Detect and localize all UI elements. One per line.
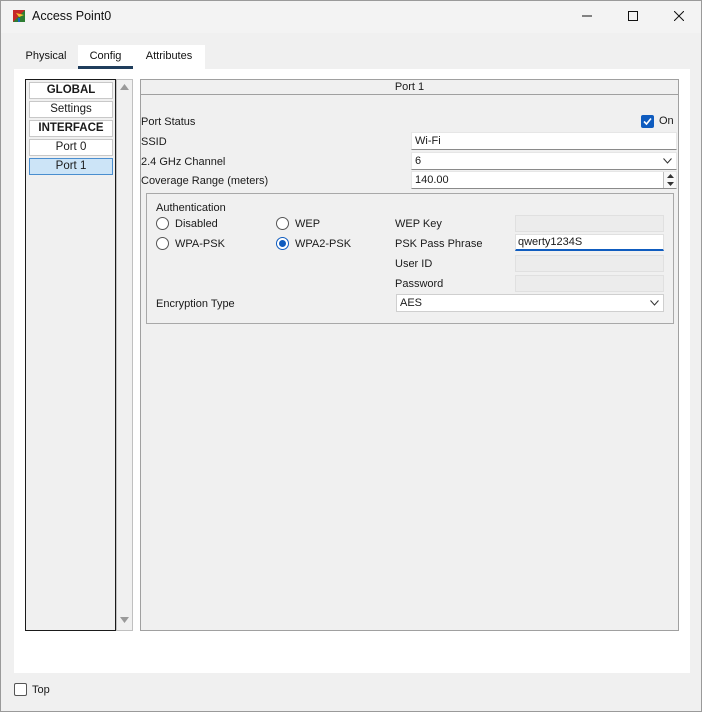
radio-disabled-label: Disabled [175,218,218,230]
password-input[interactable] [515,275,664,292]
password-label: Password [395,278,444,290]
close-button[interactable] [656,1,702,31]
maximize-button[interactable] [610,1,656,31]
channel-label: 2.4 GHz Channel [141,156,226,168]
radio-wep[interactable] [276,217,289,230]
radio-wpa2-psk[interactable] [276,237,289,250]
access-point-window: Access Point0 Physical Config Attributes… [0,0,702,712]
port-title: Port 1 [141,80,678,95]
nav-interface[interactable]: INTERFACE [29,120,113,137]
channel-value: 6 [415,155,422,167]
scroll-up-icon[interactable] [120,84,129,90]
nav-global[interactable]: GLOBAL [29,82,113,99]
radio-disabled[interactable] [156,217,169,230]
top-checkbox[interactable] [14,683,27,696]
close-icon [674,11,684,21]
authentication-group: Authentication Disabled WEP WPA-PSK WPA2… [146,193,674,324]
spinner-buttons[interactable] [663,172,676,188]
coverage-value: 140.00 [415,174,449,186]
psk-pass-phrase-label: PSK Pass Phrase [395,238,483,250]
user-id-label: User ID [395,258,433,270]
encryption-type-value: AES [400,297,423,309]
nav-scrollbar[interactable] [116,79,133,631]
radio-wep-label: WEP [295,218,321,230]
radio-wpa-psk-label: WPA-PSK [175,238,225,250]
authentication-title: Authentication [156,202,226,214]
coverage-spinbox[interactable]: 140.00 [411,171,677,189]
scroll-down-icon[interactable] [120,617,129,623]
port-status-checkbox[interactable] [641,115,654,128]
tab-attributes[interactable]: Attributes [133,45,205,69]
minimize-button[interactable] [564,1,610,31]
ssid-label: SSID [141,136,167,148]
radio-selected-dot [279,240,286,247]
nav-port-1[interactable]: Port 1 [29,158,113,175]
top-checkbox-label: Top [32,684,50,696]
tab-config-label: Config [89,50,122,62]
config-nav: GLOBAL Settings INTERFACE Port 0 Port 1 [25,79,116,631]
encryption-type-label: Encryption Type [156,298,235,310]
spin-up-icon[interactable] [667,174,674,178]
encryption-type-select[interactable]: AES [396,294,664,312]
check-icon [643,117,652,126]
nav-settings[interactable]: Settings [29,101,113,118]
config-content: GLOBAL Settings INTERFACE Port 0 Port 1 … [14,69,690,673]
channel-select[interactable]: 6 [411,152,677,170]
user-id-input[interactable] [515,255,664,272]
radio-wpa2-psk-label: WPA2-PSK [295,238,352,250]
tab-physical[interactable]: Physical [14,45,78,69]
tab-config[interactable]: Config [78,45,133,69]
radio-wpa-psk[interactable] [156,237,169,250]
access-point-icon [13,10,25,22]
window-title: Access Point0 [32,9,112,23]
nav-port-0[interactable]: Port 0 [29,139,113,156]
port-panel: Port 1 Port Status On SSID Wi-Fi 2.4 GHz… [140,79,679,631]
wep-key-label: WEP Key [395,218,442,230]
chevron-down-icon [650,300,659,306]
title-bar: Access Point0 [1,1,701,33]
minimize-icon [582,15,592,17]
spin-down-icon[interactable] [667,182,674,186]
psk-pass-phrase-input[interactable]: qwerty1234S [515,234,664,251]
chevron-down-icon [663,158,672,164]
port-status-label: Port Status [141,116,196,128]
maximize-icon [628,11,638,21]
coverage-label: Coverage Range (meters) [141,175,269,187]
wep-key-input[interactable] [515,215,664,232]
port-status-on-label: On [659,115,674,127]
ssid-input[interactable]: Wi-Fi [411,132,677,150]
